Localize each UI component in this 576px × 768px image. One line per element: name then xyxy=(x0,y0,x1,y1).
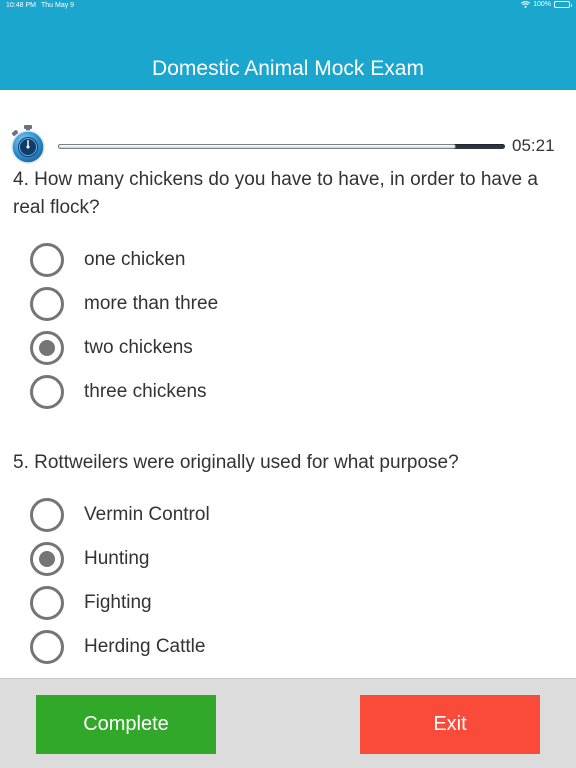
option-label: Herding Cattle xyxy=(84,636,206,657)
battery-percent: 100% xyxy=(533,1,551,8)
option-label: Vermin Control xyxy=(84,504,210,525)
radio-button[interactable] xyxy=(30,331,64,365)
exit-button[interactable]: Exit xyxy=(360,695,540,754)
question-5-option-1[interactable]: Vermin Control xyxy=(30,497,430,533)
radio-button[interactable] xyxy=(30,243,64,277)
time-progress-bar xyxy=(58,144,505,149)
option-label: Hunting xyxy=(84,548,150,569)
status-bar: 10:48 PM Thu May 9 100% xyxy=(0,0,576,14)
question-4-option-4[interactable]: three chickens xyxy=(30,374,430,410)
question-5-option-4[interactable]: Herding Cattle xyxy=(30,629,430,665)
status-time: 10:48 PM xyxy=(6,2,36,9)
radio-button[interactable] xyxy=(30,287,64,321)
question-5-text: 5. Rottweilers were originally used for … xyxy=(13,452,459,473)
radio-button[interactable] xyxy=(30,586,64,620)
battery-icon xyxy=(554,1,572,8)
option-label: Fighting xyxy=(84,592,152,613)
timer-countdown: 05:21 xyxy=(512,136,555,155)
question-4-text: 4. How many chickens do you have to have… xyxy=(13,169,538,218)
radio-button[interactable] xyxy=(30,542,64,576)
question-5-option-2[interactable]: Hunting xyxy=(30,541,430,577)
complete-button[interactable]: Complete xyxy=(36,695,216,754)
time-progress-fill xyxy=(58,144,456,149)
status-indicators: 100% xyxy=(521,1,572,8)
option-label: more than three xyxy=(84,293,219,314)
status-date: Thu May 9 xyxy=(41,2,75,9)
question-4-option-2[interactable]: more than three xyxy=(30,286,430,322)
wifi-icon xyxy=(521,1,531,8)
stopwatch-icon xyxy=(11,125,45,164)
question-4-option-3[interactable]: two chickens xyxy=(30,330,430,366)
option-label: three chickens xyxy=(84,381,207,402)
page-title: Domestic Animal Mock Exam xyxy=(152,57,424,80)
option-label: two chickens xyxy=(84,337,193,358)
question-4-option-1[interactable]: one chicken xyxy=(30,242,430,278)
option-label: one chicken xyxy=(84,249,186,270)
radio-button[interactable] xyxy=(30,630,64,664)
question-5-option-3[interactable]: Fighting xyxy=(30,585,430,621)
radio-button[interactable] xyxy=(30,498,64,532)
header-bar: 10:48 PM Thu May 9 100% Domestic Animal … xyxy=(0,0,576,90)
radio-button[interactable] xyxy=(30,375,64,409)
